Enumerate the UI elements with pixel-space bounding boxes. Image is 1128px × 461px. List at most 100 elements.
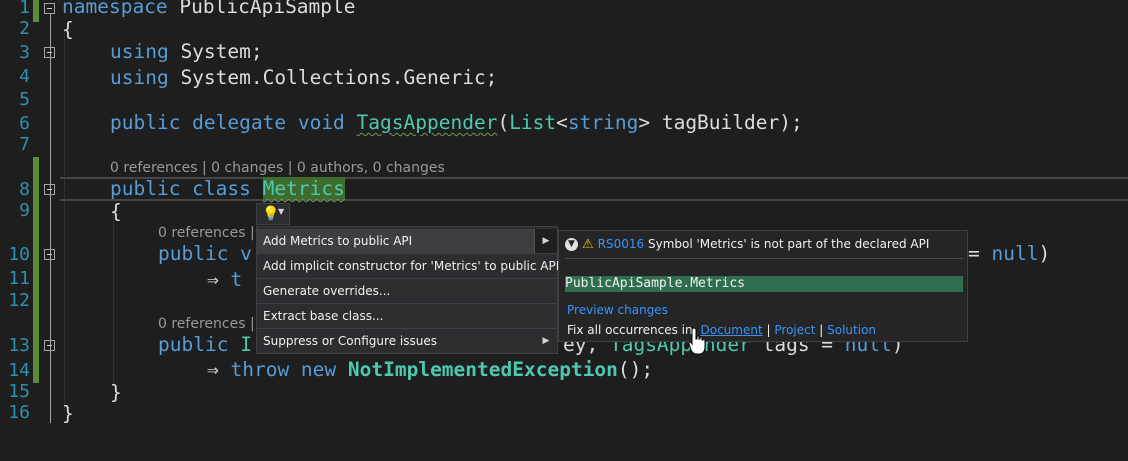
- type-name: NotImplementedException: [347, 358, 618, 381]
- namespace-name: PublicApiSample: [167, 0, 356, 18]
- collapse-toggle-icon[interactable]: ▼: [565, 238, 578, 251]
- type-name: TagsAppender: [356, 111, 498, 134]
- menu-item-add-to-public-api[interactable]: Add Metrics to public API ▶: [257, 229, 557, 254]
- menu-item-suppress-configure[interactable]: Suppress or Configure issues ▶: [257, 329, 557, 354]
- keyword: namespace: [62, 0, 168, 18]
- code-line-3: using System;: [110, 40, 263, 64]
- menu-item-add-implicit-constructor[interactable]: Add implicit constructor for 'Metrics' t…: [257, 254, 560, 279]
- indent-guide: [113, 210, 114, 386]
- code-line-4: using System.Collections.Generic;: [110, 66, 497, 90]
- code-text: =: [968, 242, 992, 265]
- type-name: I: [240, 333, 252, 356]
- line-number: 4: [19, 66, 30, 87]
- keyword: null: [991, 242, 1039, 265]
- keyword: public: [158, 333, 241, 356]
- keyword: using: [110, 66, 169, 89]
- keyword: public class: [110, 177, 263, 200]
- line-number: 2: [19, 18, 30, 39]
- line-number: 13: [8, 335, 30, 356]
- code-text: ();: [617, 358, 654, 381]
- change-bar: [33, 0, 39, 22]
- keyword: string: [567, 111, 639, 134]
- fix-preview-pane: ▼ ⚠ RS0016 Symbol 'Metrics' is not part of…: [558, 230, 968, 342]
- keyword: throw new: [230, 358, 348, 381]
- line-number: 3: [19, 42, 30, 63]
- line-number: 6: [19, 113, 30, 134]
- code-text: > tagBuilder);: [638, 111, 803, 134]
- line-number: 15: [8, 381, 30, 402]
- fold-minus-icon[interactable]: [44, 3, 55, 14]
- menu-item-generate-overrides[interactable]: Generate overrides...: [257, 279, 557, 304]
- code-line-16: }: [62, 402, 74, 425]
- submenu-arrow-icon[interactable]: ▶: [534, 229, 557, 253]
- diff-added-line: PublicApiSample.Metrics: [565, 276, 963, 292]
- codelens-member[interactable]: 0 references |: [158, 225, 255, 241]
- code-text: <: [556, 111, 568, 134]
- code-line-13: public I: [158, 333, 252, 357]
- diagnostic-header: ▼ ⚠ RS0016 Symbol 'Metrics' is not part of…: [565, 237, 929, 252]
- line-number: 16: [8, 402, 30, 423]
- code-line-1: namespace PublicApiSample: [62, 0, 356, 19]
- code-text: ): [1038, 242, 1051, 265]
- scope-solution-link[interactable]: Solution: [827, 323, 876, 337]
- code-line-6: public delegate void TagsAppender(List<s…: [110, 111, 803, 135]
- divider: [565, 258, 963, 259]
- code-line-11: ⇒ t: [207, 268, 242, 292]
- scope-project-link[interactable]: Project: [774, 323, 815, 337]
- code-line-15: }: [110, 381, 122, 404]
- menu-item-label: Extract base class...: [263, 309, 384, 323]
- code-text: System;: [168, 40, 263, 63]
- type-name: List: [509, 111, 557, 134]
- fold-minus-icon[interactable]: [44, 340, 55, 351]
- code-line-2: {: [62, 18, 74, 41]
- hand-cursor-icon: [688, 327, 706, 355]
- fix-all-label: Fix all occurrences in:: [567, 323, 697, 337]
- line-number: 5: [19, 89, 30, 110]
- keyword: public delegate void: [110, 111, 357, 134]
- fold-guide-line: [50, 13, 51, 423]
- fold-minus-icon[interactable]: [44, 249, 55, 260]
- menu-item-label: Suppress or Configure issues: [263, 334, 437, 348]
- code-text: (: [497, 111, 510, 134]
- fold-minus-icon[interactable]: [44, 184, 55, 195]
- keyword: using: [110, 40, 169, 63]
- keyword: t: [230, 268, 243, 291]
- code-line-8: public class Metrics: [110, 177, 345, 201]
- indent-guide: [64, 30, 65, 410]
- code-editor[interactable]: 1 2 3 4 5 6 7 8 9 10 11 12 13 14 15 16 n…: [0, 0, 1128, 461]
- preview-changes-link[interactable]: Preview changes: [567, 303, 668, 317]
- change-bar: [33, 157, 39, 383]
- code-line-14: ⇒ throw new NotImplementedException();: [207, 358, 653, 382]
- codelens-class[interactable]: 0 references | 0 changes | 0 authors, 0 …: [110, 160, 445, 176]
- menu-item-label: Add implicit constructor for 'Metrics' t…: [263, 259, 560, 273]
- keyword: public v: [158, 242, 252, 265]
- codelens-member[interactable]: 0 references |: [158, 316, 255, 332]
- submenu-arrow-icon: ▶: [542, 336, 550, 346]
- line-number: 10: [8, 244, 30, 265]
- line-number: 1: [19, 0, 30, 18]
- class-name-selected[interactable]: Metrics: [262, 177, 345, 200]
- fix-all-row: Fix all occurrences in: Document | Proje…: [567, 323, 876, 337]
- code-text: System.Collections.Generic;: [168, 66, 498, 89]
- scope-document-link[interactable]: Document: [701, 323, 763, 337]
- dropdown-arrow-icon: ▼: [278, 207, 285, 216]
- line-number: 12: [8, 290, 30, 311]
- menu-item-extract-base-class[interactable]: Extract base class...: [257, 304, 557, 329]
- menu-item-label: Generate overrides...: [263, 284, 391, 298]
- menu-item-label: Add Metrics to public API: [263, 234, 413, 248]
- lightbulb-icon: 💡: [262, 206, 280, 222]
- fold-minus-icon[interactable]: [44, 47, 55, 58]
- line-number: 14: [8, 360, 30, 381]
- lightbulb-button[interactable]: 💡 ▼: [256, 203, 290, 225]
- line-number: 8: [19, 179, 30, 200]
- rule-id-link[interactable]: RS0016: [598, 237, 645, 251]
- quick-actions-menu: Add Metrics to public API ▶ Add implicit…: [256, 226, 560, 354]
- line-number: 11: [8, 268, 30, 289]
- separator: |: [766, 323, 771, 337]
- line-number: 9: [19, 200, 30, 221]
- code-line-9: {: [110, 200, 122, 223]
- diagnostic-message: Symbol 'Metrics' is not part of the decl…: [647, 237, 930, 251]
- line-number: 7: [19, 134, 30, 155]
- code-line-10: public v: [158, 242, 252, 266]
- warning-icon: ⚠: [582, 237, 594, 252]
